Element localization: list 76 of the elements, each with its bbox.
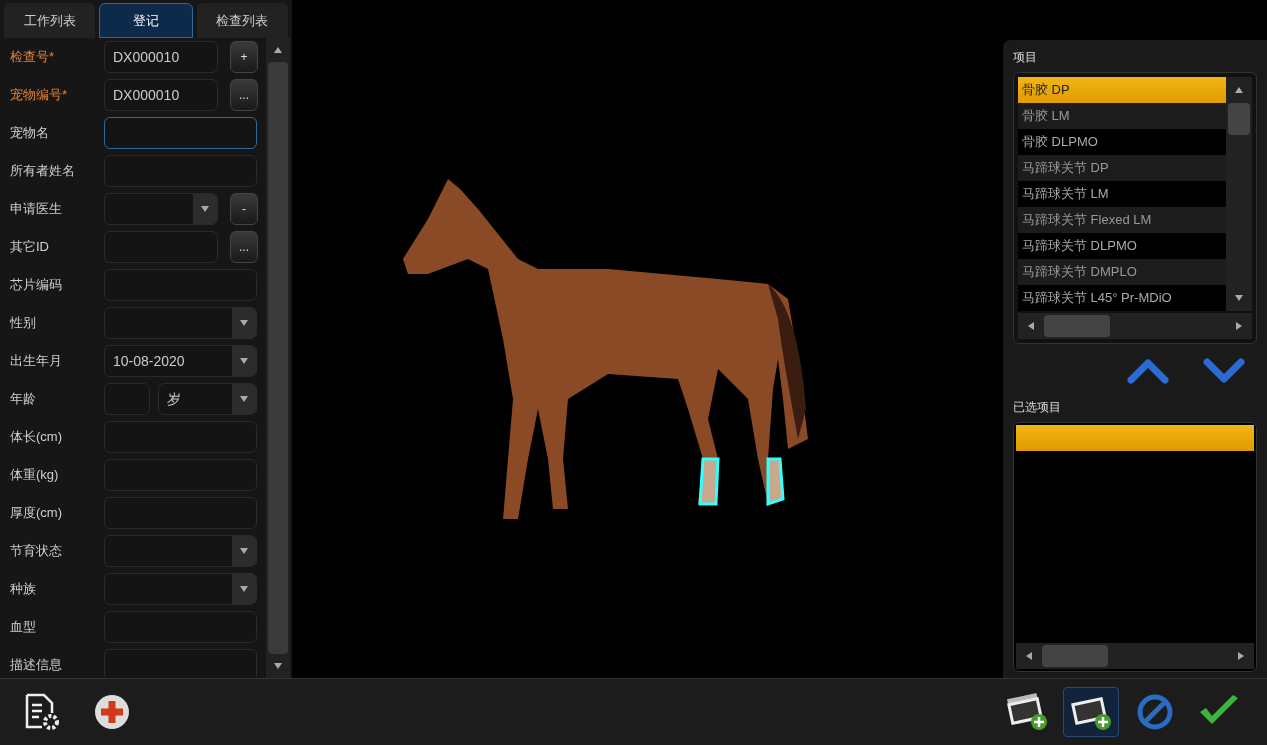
scroll-up-icon (273, 45, 283, 55)
dropdown-field[interactable] (104, 193, 218, 225)
field-label: 其它ID (9, 238, 50, 257)
list-item[interactable]: 骨胶 DLPMO (1018, 129, 1226, 155)
list-item[interactable]: 马蹄球关节 LM (1018, 181, 1226, 207)
scroll-up-icon (1234, 85, 1244, 95)
field-label: 宠物编号* (9, 86, 69, 105)
list-item[interactable]: 马蹄球关节 DLPMO (1018, 233, 1226, 259)
field-label: 性别 (9, 314, 37, 333)
list-item[interactable]: 马蹄球关节 L45° Pr-MDiO (1018, 285, 1226, 311)
dropdown-arrow-icon (239, 584, 249, 594)
tab[interactable]: 登记 (99, 3, 193, 38)
scroll-thumb[interactable] (1042, 645, 1108, 667)
scroll-right-icon (1236, 651, 1246, 661)
side-button[interactable]: ... (230, 79, 258, 111)
dropdown-arrow-icon (239, 394, 249, 404)
list-item[interactable]: 骨胶 DP (1018, 77, 1226, 103)
chevron-down-icon (1203, 358, 1245, 384)
scroll-thumb[interactable] (268, 62, 288, 654)
list-item[interactable]: 马蹄球关节 DP (1018, 155, 1226, 181)
field-label: 节育状态 (9, 542, 63, 561)
scrollbar[interactable] (1018, 313, 1252, 339)
panel-title: 已选项目 (1013, 399, 1062, 416)
scroll-down-icon (273, 661, 283, 671)
side-button[interactable]: ... (230, 231, 258, 263)
field-label: 宠物名 (9, 124, 50, 143)
scroll-left-icon (1026, 321, 1036, 331)
list-item[interactable]: 马蹄球关节 Flexed LM (1018, 207, 1226, 233)
panel-title: 项目 (1013, 49, 1038, 66)
tab[interactable]: 检查列表 (196, 3, 288, 38)
chevron-up-icon (1127, 358, 1169, 384)
scroll-thumb[interactable] (1044, 315, 1110, 337)
dropdown-arrow-icon (239, 546, 249, 556)
input-field[interactable] (104, 649, 257, 678)
scroll-left-icon (1024, 651, 1034, 661)
field-label: 体长(cm) (9, 428, 63, 447)
scrollbar[interactable] (1226, 77, 1252, 311)
scroll-thumb[interactable] (1228, 103, 1250, 135)
field-label: 体重(kg) (9, 466, 60, 485)
dropdown-arrow-icon (239, 318, 249, 328)
dropdown-field[interactable] (104, 573, 257, 605)
field-label: 厚度(cm) (9, 504, 63, 523)
field-label: 芯片编码 (9, 276, 63, 295)
field-label: 年龄 (9, 390, 37, 409)
tab[interactable]: 工作列表 (4, 3, 96, 38)
side-button[interactable]: - (230, 193, 258, 225)
input-field[interactable] (104, 117, 257, 149)
dropdown-arrow-icon (200, 204, 210, 214)
move-down-button[interactable] (1203, 358, 1245, 384)
field-label: 血型 (9, 618, 37, 637)
dropdown-arrow-icon (239, 356, 249, 366)
move-up-button[interactable] (1127, 358, 1169, 384)
plus-icon (94, 694, 130, 730)
prohibit-icon (1137, 694, 1173, 730)
input-field[interactable]: DX000010 (104, 41, 218, 73)
scroll-down-icon (1234, 293, 1244, 303)
side-button[interactable]: + (230, 41, 258, 73)
field-label: 种族 (9, 580, 37, 599)
list-item[interactable]: 马蹄球关节 DMPLO (1018, 259, 1226, 285)
document-gear-icon (24, 693, 60, 731)
dropdown-field[interactable]: 10-08-2020 (104, 345, 257, 377)
xray-add-icon (1005, 692, 1049, 732)
scroll-right-icon (1234, 321, 1244, 331)
field-label: 申请医生 (9, 200, 63, 219)
field-label: 所有者姓名 (9, 162, 76, 181)
field-label: 出生年月 (9, 352, 63, 371)
input-field[interactable]: DX000010 (104, 79, 218, 111)
dropdown-field[interactable] (104, 307, 257, 339)
field-label: 检查号* (9, 48, 56, 67)
scrollbar[interactable] (266, 38, 290, 678)
toolbar-button[interactable] (1063, 687, 1119, 737)
dropdown-field[interactable] (104, 535, 257, 567)
field-label: 描述信息 (9, 656, 63, 675)
scrollbar[interactable] (1016, 643, 1254, 669)
unit-dropdown[interactable]: 岁 (158, 383, 257, 415)
list-item[interactable]: 骨胶 LM (1018, 103, 1226, 129)
